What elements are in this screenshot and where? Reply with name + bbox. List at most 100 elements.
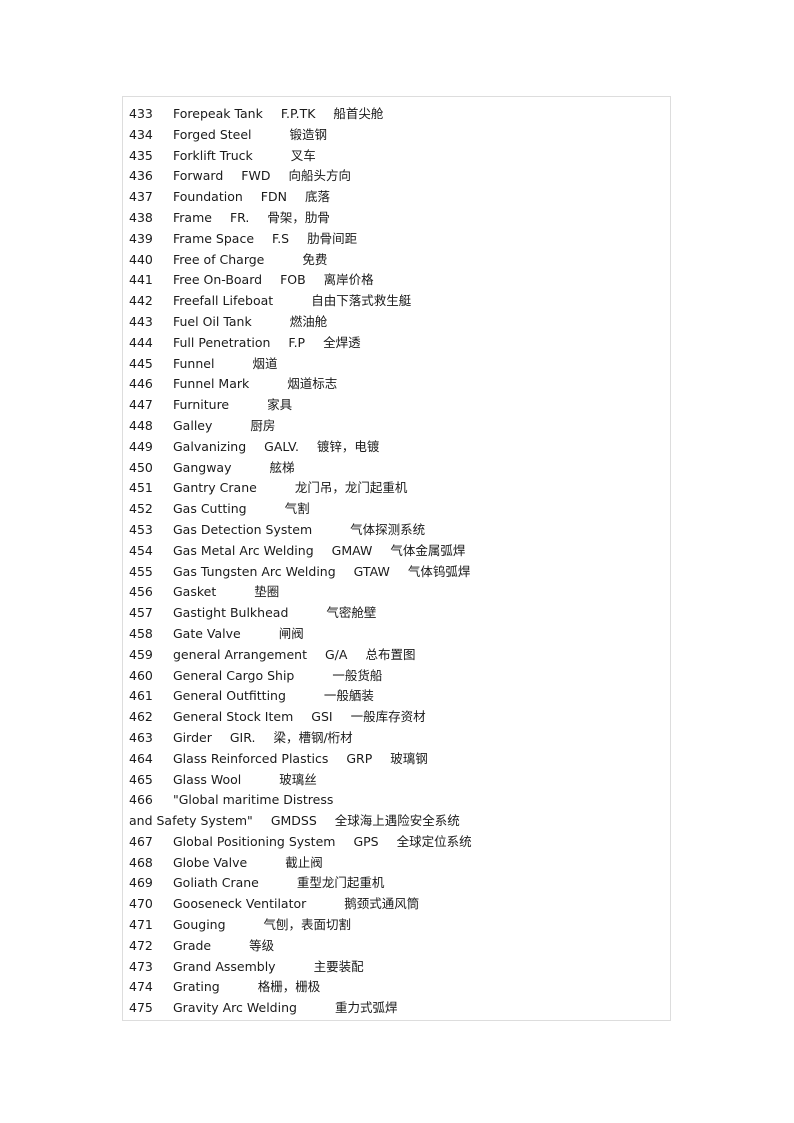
entry-abbreviation: FWD [241,168,271,184]
entry-chinese-translation: 鹅颈式通风筒 [344,896,420,912]
entry-abbreviation: F.S [272,230,290,246]
glossary-entry: 433 Forepeak Tank F.P.TK 船首尖舱 [129,104,669,125]
entry-abbreviation: G/A [325,646,348,662]
glossary-entry: 444 Full Penetration F.P 全焊透 [129,333,669,354]
entry-chinese-translation: 自由下落式救生艇 [311,293,412,309]
entry-term: Gantry Crane [173,480,257,496]
entry-number: 471 [129,917,153,933]
entry-chinese-translation: 烟道标志 [287,376,338,392]
entry-number: 451 [129,480,153,496]
entry-chinese-translation: 离岸价格 [323,272,374,288]
entry-number: 444 [129,334,153,350]
glossary-entry: 448 Galley 厨房 [129,416,669,437]
entry-number: 456 [129,584,153,600]
glossary-entry: 445 Funnel 烟道 [129,354,669,375]
entry-number: 475 [129,1000,153,1016]
glossary-entry: 473 Grand Assembly 主要装配 [129,957,669,978]
entry-abbreviation: F.P [288,334,306,350]
entry-term: Free of Charge [173,251,265,267]
entry-term: Forward [173,168,224,184]
entry-chinese-translation: 总布置图 [365,646,416,662]
entry-term: Furniture [173,397,230,413]
entry-term: General Outfitting [173,688,286,704]
entry-chinese-translation: 闸阀 [278,625,304,641]
entry-number: 469 [129,875,153,891]
entry-number: 450 [129,459,153,475]
entry-term: Gravity Arc Welding [173,1000,297,1016]
entry-number: 458 [129,625,153,641]
entry-term: Grade [173,937,212,953]
entry-term: Gate Valve [173,625,241,641]
entry-term: Gas Detection System [173,521,313,537]
glossary-entry: 451 Gantry Crane 龙门吊，龙门起重机 [129,478,669,499]
entry-term: Gas Cutting [173,501,247,517]
entry-chinese-translation: 垫圈 [254,584,280,600]
entry-number: 449 [129,438,153,454]
entry-term: Gooseneck Ventilator [173,896,307,912]
glossary-list: 433 Forepeak Tank F.P.TK 船首尖舱 434 Forged Stee… [129,104,669,1019]
entry-term: Galvanizing [173,438,247,454]
entry-chinese-translation: 底落 [304,189,330,205]
entry-number: 447 [129,397,153,413]
entry-chinese-translation: 重力式弧焊 [334,1000,398,1016]
entry-number: 460 [129,667,153,683]
entry-term: General Stock Item [173,709,294,725]
entry-number: 457 [129,605,153,621]
entry-term: Girder [173,729,212,745]
glossary-entry: 461 General Outfitting 一般舾装 [129,686,669,707]
entry-number: 474 [129,979,153,995]
entry-chinese-translation: 一般货船 [332,667,383,683]
entry-term: Gangway [173,459,232,475]
entry-number: 443 [129,313,153,329]
entry-abbreviation: GIR. [229,729,256,745]
entry-chinese-translation: 一般库存资材 [350,709,426,725]
entry-number: 462 [129,709,153,725]
glossary-entry: 472 Grade 等级 [129,936,669,957]
glossary-entry: 447 Furniture 家具 [129,395,669,416]
entry-number: 470 [129,896,153,912]
glossary-entry: 471 Gouging 气刨，表面切割 [129,915,669,936]
entry-chinese-translation: 气体探测系统 [350,521,426,537]
entry-term: Glass Wool [173,771,242,787]
glossary-entry: 438 Frame FR. 骨架，肋骨 [129,208,669,229]
glossary-entry: 462 General Stock Item GSI 一般库存资材 [129,707,669,728]
entry-number: 473 [129,958,153,974]
entry-chinese-translation: 重型龙门起重机 [296,875,385,891]
glossary-entry: 469 Goliath Crane 重型龙门起重机 [129,873,669,894]
entry-chinese-translation: 气密舱壁 [326,605,377,621]
glossary-entry: 468 Globe Valve 截止阀 [129,853,669,874]
entry-term: Freefall Lifeboat [173,293,274,309]
entry-number: 445 [129,355,153,371]
glossary-entry: 457 Gastight Bulkhead 气密舱壁 [129,603,669,624]
entry-chinese-translation: 全焊透 [323,334,361,350]
entry-chinese-translation: 气体钨弧焊 [407,563,471,579]
entry-chinese-translation: 烟道 [252,355,278,371]
entry-chinese-translation: 玻璃丝 [279,771,317,787]
entry-chinese-translation: 镀锌，电镀 [316,438,380,454]
entry-number: 461 [129,688,153,704]
glossary-entry: 439 Frame Space F.S 肋骨间距 [129,229,669,250]
entry-number: 436 [129,168,153,184]
entry-abbreviation: F.P.TK [280,106,316,121]
entry-number: 452 [129,501,153,517]
entry-term: Frame [173,209,212,225]
glossary-entry: 443 Fuel Oil Tank 燃油舱 [129,312,669,333]
entry-term: general Arrangement [173,646,307,662]
entry-term: Forged Steel [173,126,252,142]
entry-chinese-translation: 免费 [302,251,328,267]
glossary-entry: 463 Girder GIR. 梁，槽钢/桁材 [129,728,669,749]
entry-term: Gastight Bulkhead [173,605,289,621]
glossary-entry: 437 Foundation FDN 底落 [129,187,669,208]
glossary-entry: 435 Forklift Truck 叉车 [129,146,669,167]
entry-number: 455 [129,563,153,579]
entry-number: 468 [129,854,153,870]
entry-term: Grating [173,979,220,995]
entry-term: Goliath Crane [173,875,259,891]
glossary-entry: 464 Glass Reinforced Plastics GRP 玻璃钢 [129,749,669,770]
entry-number: 464 [129,750,153,766]
entry-chinese-translation: 等级 [249,937,275,953]
glossary-entry: 470 Gooseneck Ventilator 鹅颈式通风筒 [129,894,669,915]
entry-chinese-translation: 截止阀 [285,854,323,870]
entry-number: 442 [129,293,153,309]
entry-term: Foundation [173,189,243,205]
